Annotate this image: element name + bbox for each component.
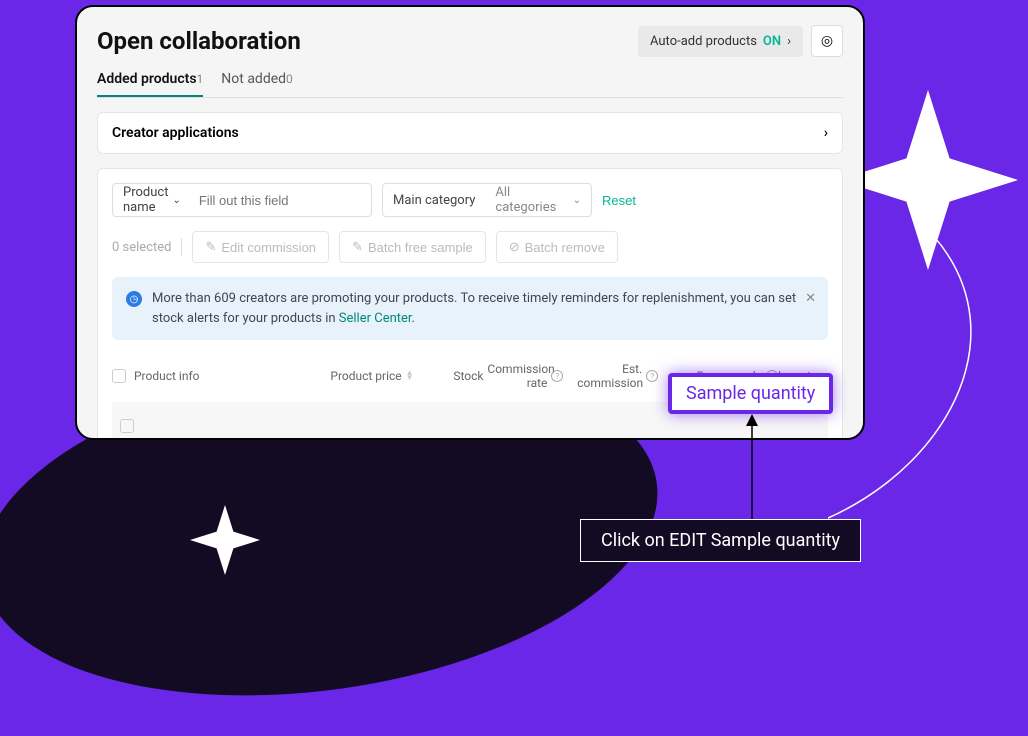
- search-input[interactable]: [191, 193, 383, 208]
- instruction-tooltip: Click on EDIT Sample quantity: [580, 519, 861, 562]
- banner-text: More than 609 creators are promoting you…: [152, 289, 814, 328]
- ban-icon: ⊘: [509, 239, 520, 255]
- batch-actions-row: 0 selected ✎ Edit commission ✎ Batch fre…: [112, 231, 828, 263]
- edit-icon: ✎: [352, 239, 363, 255]
- tabs: Added products1 Not added0: [97, 71, 843, 98]
- col-est-commission[interactable]: Est. commission ?: [563, 362, 658, 390]
- auto-add-status: ON: [763, 34, 781, 49]
- filter-row: Product name ⌄ Main category All categor…: [112, 183, 828, 217]
- creator-applications-section[interactable]: Creator applications ›: [97, 112, 843, 154]
- sample-quantity-callout: Sample quantity: [668, 373, 833, 414]
- chevron-down-icon: ⌄: [172, 195, 180, 206]
- edit-commission-button[interactable]: ✎ Edit commission: [192, 231, 329, 263]
- row-checkbox[interactable]: [120, 419, 134, 433]
- target-icon: ◎: [821, 33, 833, 49]
- info-banner: ◷ More than 609 creators are promoting y…: [112, 277, 828, 340]
- reset-button[interactable]: Reset: [602, 193, 636, 208]
- section-title: Creator applications: [112, 125, 239, 141]
- col-stock[interactable]: Stock: [414, 369, 484, 383]
- decoration-star-small: [190, 505, 260, 575]
- select-all-checkbox[interactable]: [112, 369, 126, 383]
- product-search: Product name ⌄: [112, 183, 372, 217]
- chevron-right-icon: ›: [824, 125, 828, 141]
- edit-icon: ✎: [205, 239, 216, 255]
- tab-not-added[interactable]: Not added0: [221, 71, 293, 97]
- clock-icon: ◷: [126, 291, 142, 307]
- tab-added-products[interactable]: Added products1: [97, 71, 203, 97]
- sort-icon: ▲▼: [406, 371, 414, 381]
- help-icon[interactable]: ?: [551, 370, 563, 382]
- chevron-down-icon: ⌄: [573, 195, 581, 206]
- col-product-price[interactable]: Product price ▲▼: [304, 369, 414, 383]
- target-button[interactable]: ◎: [811, 25, 843, 57]
- batch-free-sample-button[interactable]: ✎ Batch free sample: [339, 231, 486, 263]
- chevron-right-icon: ›: [787, 34, 791, 49]
- header-controls: Auto-add products ON › ◎: [638, 25, 843, 57]
- product-name-selector[interactable]: Product name ⌄: [113, 185, 191, 215]
- title-bar: Open collaboration Auto-add products ON …: [97, 25, 843, 57]
- category-filter[interactable]: Main category All categories ⌄: [382, 183, 592, 217]
- auto-add-label: Auto-add products: [650, 34, 757, 49]
- selected-count: 0 selected: [112, 240, 171, 255]
- arrow-annotation: [742, 414, 762, 524]
- batch-remove-button[interactable]: ⊘ Batch remove: [496, 231, 618, 263]
- col-commission-rate[interactable]: Commission rate ?: [484, 362, 564, 390]
- auto-add-toggle[interactable]: Auto-add products ON ›: [638, 26, 803, 57]
- decoration-star-large: [838, 90, 1018, 270]
- help-icon[interactable]: ?: [646, 370, 658, 382]
- seller-center-link[interactable]: Seller Center: [339, 311, 412, 326]
- close-icon[interactable]: ✕: [805, 289, 816, 309]
- col-product-info[interactable]: Product info: [134, 369, 304, 383]
- page-title: Open collaboration: [97, 27, 301, 55]
